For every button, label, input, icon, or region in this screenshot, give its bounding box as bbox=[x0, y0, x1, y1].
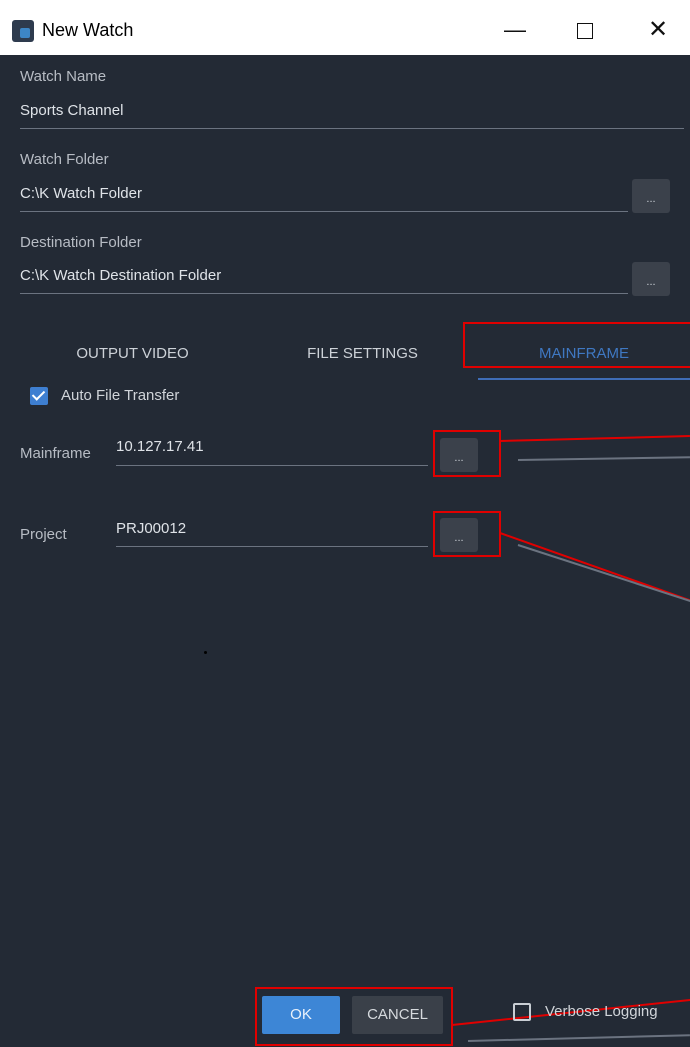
mainframe-input[interactable]: 10.127.17.41 bbox=[116, 438, 204, 455]
tab-output-video[interactable]: OUTPUT VIDEO bbox=[20, 345, 245, 373]
window-title: New Watch bbox=[42, 20, 134, 40]
destination-folder-browse-button[interactable]: ... bbox=[632, 262, 670, 296]
mainframe-label: Mainframe bbox=[20, 445, 91, 462]
maximize-icon bbox=[577, 23, 593, 40]
watch-folder-label: Watch Folder bbox=[20, 151, 109, 168]
minimize-button[interactable]: — bbox=[495, 14, 535, 46]
tab-file-settings[interactable]: FILE SETTINGS bbox=[250, 345, 475, 373]
annotation-line-mainframe bbox=[499, 435, 690, 442]
project-label: Project bbox=[20, 526, 67, 543]
app-icon bbox=[12, 20, 34, 42]
annotation-box-footer-buttons bbox=[255, 987, 453, 1046]
connector-line-footer bbox=[467, 1034, 690, 1042]
connector-line-mainframe bbox=[517, 456, 690, 461]
connector-line-project bbox=[517, 544, 690, 604]
active-tab-indicator bbox=[478, 378, 690, 380]
annotation-box-project-browse bbox=[433, 511, 501, 557]
mainframe-underline bbox=[116, 465, 428, 466]
watch-name-input[interactable]: Sports Channel bbox=[20, 102, 123, 119]
watch-folder-input[interactable]: C:\K Watch Folder bbox=[20, 185, 142, 202]
verbose-logging-label: Verbose Logging bbox=[545, 1003, 658, 1020]
auto-file-transfer-checkbox[interactable] bbox=[30, 387, 48, 405]
verbose-logging-checkbox[interactable] bbox=[513, 1003, 531, 1021]
stray-dot bbox=[204, 651, 207, 654]
destination-folder-input[interactable]: C:\K Watch Destination Folder bbox=[20, 267, 221, 284]
annotation-box-mainframe-tab bbox=[463, 322, 690, 368]
maximize-button[interactable] bbox=[565, 14, 605, 46]
project-underline bbox=[116, 546, 428, 547]
watch-name-label: Watch Name bbox=[20, 68, 107, 85]
destination-folder-underline bbox=[20, 293, 628, 294]
auto-file-transfer-label: Auto File Transfer bbox=[61, 387, 180, 404]
annotation-box-mainframe-browse bbox=[433, 430, 501, 477]
close-button[interactable]: ✕ bbox=[638, 14, 678, 46]
watch-folder-underline bbox=[20, 211, 628, 212]
watch-name-underline bbox=[20, 128, 684, 129]
watch-folder-browse-button[interactable]: ... bbox=[632, 179, 670, 213]
project-input[interactable]: PRJ00012 bbox=[116, 520, 186, 537]
title-bar: New Watch — ✕ bbox=[0, 0, 690, 55]
destination-folder-label: Destination Folder bbox=[20, 234, 142, 251]
dialog-body: Watch Name Sports Channel Watch Folder C… bbox=[0, 55, 690, 1047]
